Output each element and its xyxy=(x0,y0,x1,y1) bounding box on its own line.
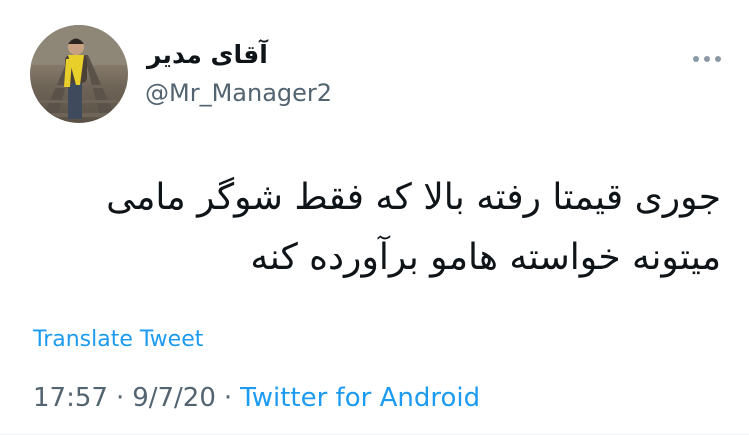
tweet-date[interactable]: 9/7/20 xyxy=(132,383,216,413)
translate-tweet-link[interactable]: Translate Tweet xyxy=(33,327,203,352)
tweet-card: آقای مدیر @Mr_Manager2 جوری قیمتا رفته ب… xyxy=(0,0,749,435)
tweet-source-link[interactable]: Twitter for Android xyxy=(240,383,480,413)
tweet-time[interactable]: 17:57 xyxy=(33,383,108,413)
tweet-meta: 17:57 · 9/7/20 · Twitter for Android xyxy=(33,383,480,413)
username[interactable]: @Mr_Manager2 xyxy=(145,79,332,107)
meta-separator: · xyxy=(115,383,125,413)
tweet-text-line: جوری قیمتا رفته بالا که فقط شوگر مامی xyxy=(106,177,721,218)
more-horizontal-icon xyxy=(693,56,699,62)
display-name[interactable]: آقای مدیر xyxy=(147,40,268,69)
meta-separator: · xyxy=(223,383,233,413)
avatar-photo xyxy=(30,25,128,123)
more-options-button[interactable] xyxy=(689,45,725,73)
tweet-text-line: میتونه خواسته هامو برآورده کنه xyxy=(250,237,721,278)
more-horizontal-icon xyxy=(715,56,721,62)
tweet-text: جوری قیمتا رفته بالا که فقط شوگر مامی می… xyxy=(21,168,721,288)
avatar[interactable] xyxy=(30,25,128,123)
more-horizontal-icon xyxy=(704,56,710,62)
